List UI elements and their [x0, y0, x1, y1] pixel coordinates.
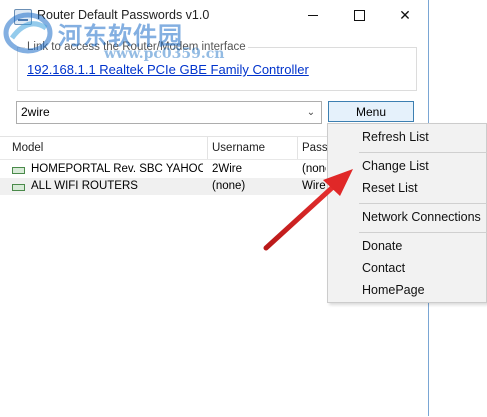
annotation-arrow-icon: [263, 169, 353, 251]
